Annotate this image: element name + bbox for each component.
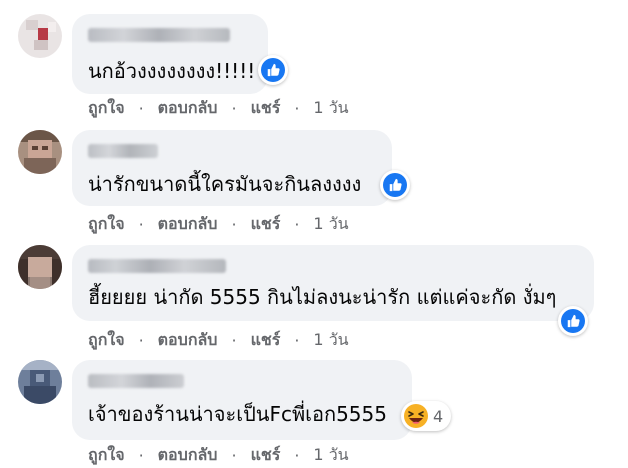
avatar[interactable] <box>18 360 62 404</box>
reaction-badge[interactable] <box>258 55 288 85</box>
separator: · <box>294 331 300 350</box>
timestamp-link[interactable]: 1 วัน <box>313 212 348 237</box>
reaction-badge[interactable] <box>380 170 410 200</box>
comment-bubble: เจ้าของร้านน่าจะเป็นFcพี่เอก5555 <box>72 360 412 440</box>
comment-bubble: นกอ้วงงงงงงงง!!!!! <box>72 14 268 94</box>
avatar[interactable] <box>18 130 62 174</box>
like-link[interactable]: ถูกใจ <box>88 328 125 353</box>
separator: · <box>231 446 237 465</box>
reply-link[interactable]: ตอบกลับ <box>158 212 218 237</box>
comment-text: นกอ้วงงงงงงงง!!!!! <box>88 59 256 83</box>
comment-text: ฮี้ยยยย น่ากัด 5555 กินไม่ลงนะน่ารัก แต่… <box>88 285 557 309</box>
commenter-name-redacted[interactable] <box>88 28 230 42</box>
separator: · <box>294 446 300 465</box>
like-link[interactable]: ถูกใจ <box>88 96 125 121</box>
separator: · <box>231 331 237 350</box>
reaction-badge[interactable]: 4 <box>401 401 452 431</box>
comment-bubble: ฮี้ยยยย น่ากัด 5555 กินไม่ลงนะน่ารัก แต่… <box>72 245 594 321</box>
avatar[interactable] <box>18 245 62 289</box>
like-icon <box>561 309 585 333</box>
share-link[interactable]: แชร์ <box>251 96 281 121</box>
share-link[interactable]: แชร์ <box>251 328 281 353</box>
separator: · <box>138 331 144 350</box>
share-link[interactable]: แชร์ <box>251 443 281 468</box>
comment-text: เจ้าของร้านน่าจะเป็นFcพี่เอก5555 <box>88 402 387 426</box>
comment-actions: ถูกใจ · ตอบกลับ · แชร์ · 1 วัน <box>88 328 349 353</box>
separator: · <box>138 215 144 234</box>
comment-actions: ถูกใจ · ตอบกลับ · แชร์ · 1 วัน <box>88 443 349 468</box>
separator: · <box>294 215 300 234</box>
comment-actions: ถูกใจ · ตอบกลับ · แชร์ · 1 วัน <box>88 96 349 121</box>
separator: · <box>231 215 237 234</box>
reply-link[interactable]: ตอบกลับ <box>158 96 218 121</box>
commenter-name-redacted[interactable] <box>88 144 158 158</box>
reply-link[interactable]: ตอบกลับ <box>158 443 218 468</box>
commenter-name-redacted[interactable] <box>88 374 184 388</box>
timestamp-link[interactable]: 1 วัน <box>313 328 348 353</box>
timestamp-link[interactable]: 1 วัน <box>313 443 348 468</box>
reply-link[interactable]: ตอบกลับ <box>158 328 218 353</box>
share-link[interactable]: แชร์ <box>251 212 281 237</box>
separator: · <box>138 99 144 118</box>
like-link[interactable]: ถูกใจ <box>88 212 125 237</box>
timestamp-link[interactable]: 1 วัน <box>313 96 348 121</box>
like-link[interactable]: ถูกใจ <box>88 443 125 468</box>
separator: · <box>294 99 300 118</box>
comment-actions: ถูกใจ · ตอบกลับ · แชร์ · 1 วัน <box>88 212 349 237</box>
like-icon <box>261 58 285 82</box>
like-icon <box>383 173 407 197</box>
reaction-badge[interactable] <box>558 306 588 336</box>
comment-text: น่ารักขนาดนี้ใครมันจะกินลงงงง <box>88 172 362 196</box>
separator: · <box>231 99 237 118</box>
haha-icon <box>404 404 428 428</box>
avatar[interactable] <box>18 14 62 58</box>
commenter-name-redacted[interactable] <box>88 259 226 273</box>
separator: · <box>138 446 144 465</box>
reaction-count: 4 <box>433 406 444 426</box>
comment-bubble: น่ารักขนาดนี้ใครมันจะกินลงงงง <box>72 130 392 206</box>
